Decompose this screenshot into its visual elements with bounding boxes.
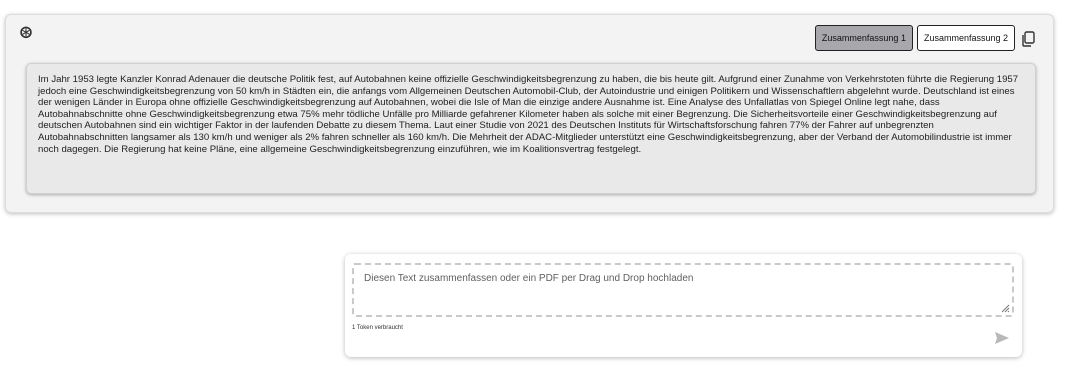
summary-result-card: Zusammenfassung 1 Zusammenfassung 2 Im J…: [5, 14, 1054, 213]
tab-zusammenfassung-1[interactable]: Zusammenfassung 1: [814, 25, 913, 51]
token-usage-label: 1 Token verbraucht: [352, 325, 403, 331]
summary-text: Im Jahr 1953 legte Kanzler Konrad Adenau…: [26, 63, 1036, 194]
tab-zusammenfassung-2[interactable]: Zusammenfassung 2: [916, 25, 1015, 51]
pdf-dropzone[interactable]: [352, 263, 1014, 317]
openai-logo-icon: [20, 26, 32, 39]
resize-handle-icon[interactable]: [1000, 303, 1010, 313]
summarize-text-input[interactable]: [354, 265, 1012, 315]
input-card: 1 Token verbraucht: [345, 254, 1022, 357]
send-icon[interactable]: [994, 331, 1010, 345]
copy-icon[interactable]: [1021, 31, 1035, 47]
summary-tabs: Zusammenfassung 1 Zusammenfassung 2: [814, 25, 1015, 51]
